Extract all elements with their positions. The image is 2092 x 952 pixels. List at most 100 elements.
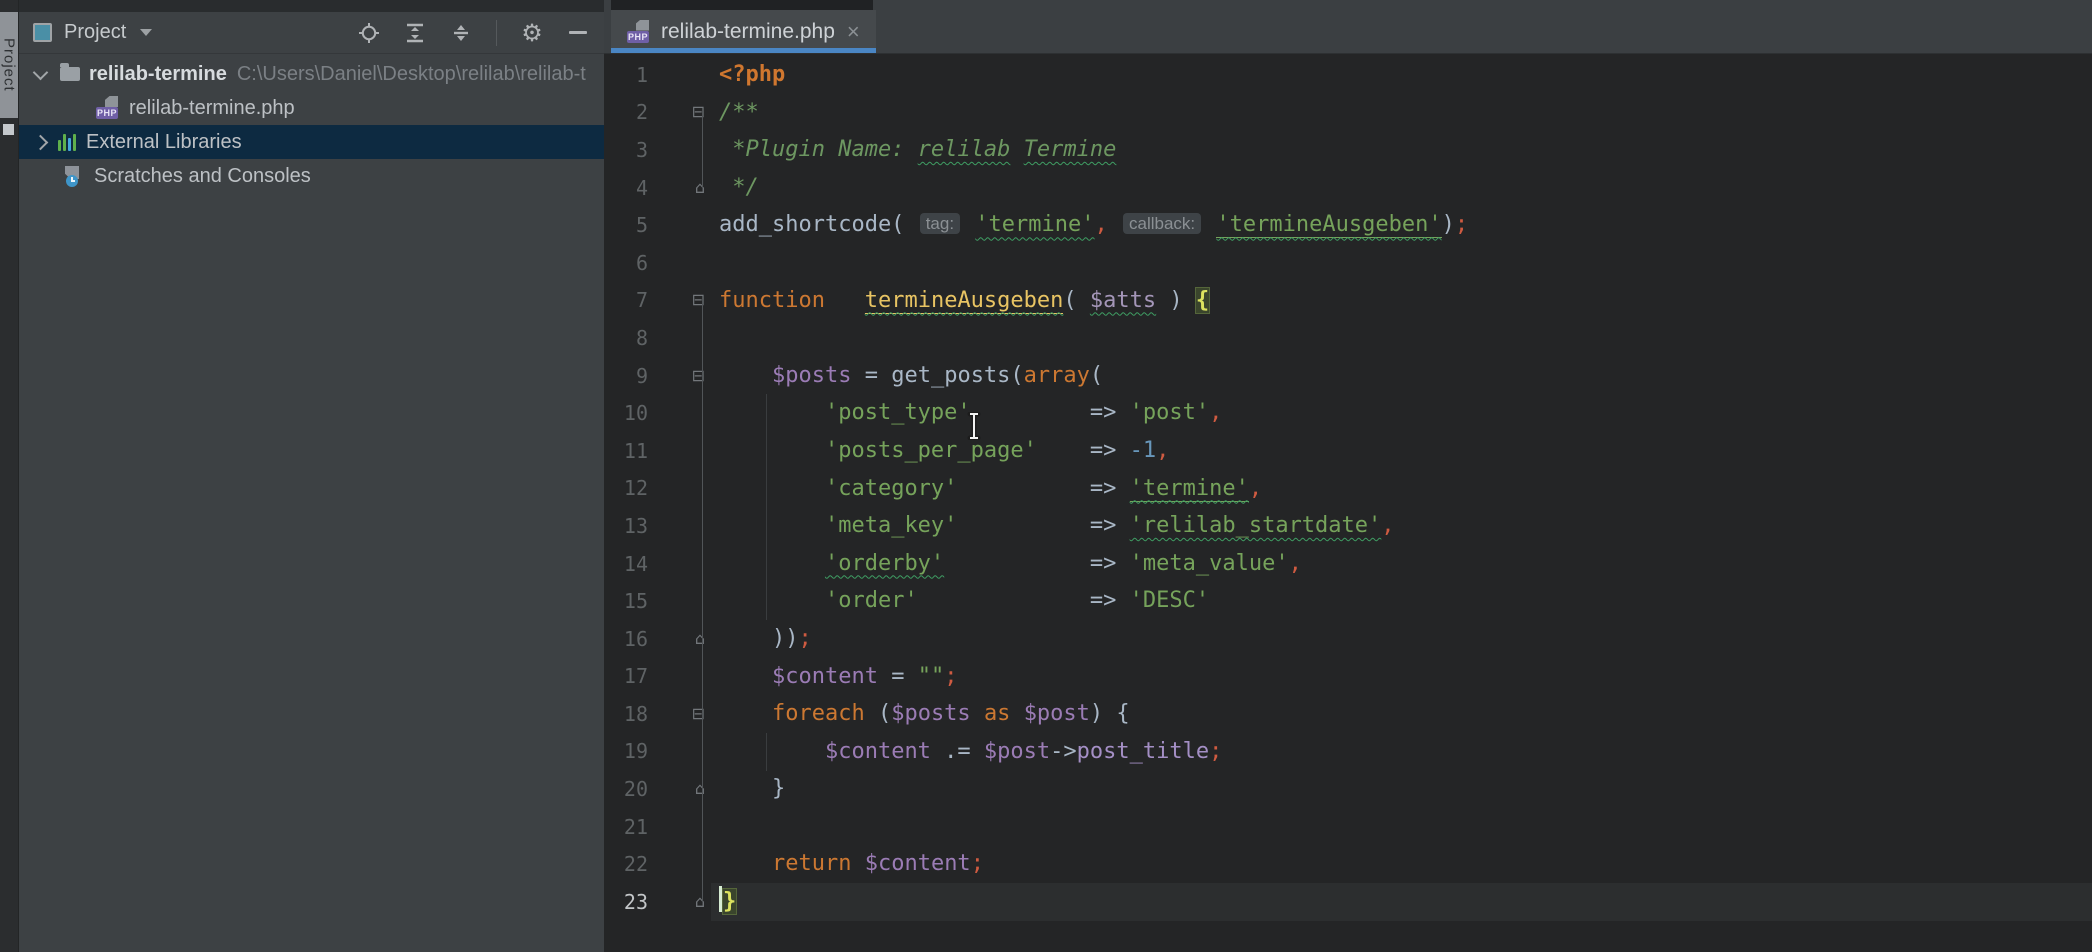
code-token: /** xyxy=(719,100,759,125)
line-number: 17 xyxy=(604,664,648,688)
code-token: $post xyxy=(984,739,1050,764)
code-line[interactable]: 13 'meta_key' => 'relilab_startdate', xyxy=(604,507,2092,545)
code-line[interactable]: 3 *Plugin Name: relilab Termine xyxy=(604,131,2092,169)
code-line[interactable]: 8 xyxy=(604,319,2092,357)
tree-row-php-file[interactable]: PHP relilab-termine.php xyxy=(19,91,605,125)
code-text[interactable]: 'post_type' => 'post', xyxy=(711,394,2092,432)
code-line[interactable]: 20⌂ } xyxy=(604,770,2092,808)
code-line[interactable]: 23⌂} xyxy=(604,883,2092,921)
code-token: 'order' xyxy=(825,588,918,613)
gear-icon[interactable]: ⚙ xyxy=(521,22,543,44)
code-token: 'posts_per_page' xyxy=(825,438,1037,463)
code-text[interactable]: return $content; xyxy=(711,845,2092,883)
code-line[interactable]: 22 return $content; xyxy=(604,845,2092,883)
code-text[interactable]: <?php xyxy=(711,56,2092,94)
code-text[interactable]: } xyxy=(711,883,2092,921)
code-line[interactable]: 1<?php xyxy=(604,56,2092,94)
code-token: -> xyxy=(1050,739,1077,764)
code-token xyxy=(719,400,825,425)
code-text[interactable]: add_shortcode( tag: 'termine', callback:… xyxy=(711,206,2092,244)
code-text[interactable]: 'order' => 'DESC' xyxy=(711,582,2092,620)
code-line[interactable]: 5add_shortcode( tag: 'termine', callback… xyxy=(604,206,2092,244)
editor-tab-bar: PHP relilab-termine.php × xyxy=(604,0,2092,54)
line-number: 12 xyxy=(604,476,648,500)
code-token: , xyxy=(1249,476,1262,501)
collapse-all-button[interactable] xyxy=(450,22,472,44)
code-token: => xyxy=(1090,551,1130,576)
code-line[interactable]: 9⊟ $posts = get_posts(array( xyxy=(604,357,2092,395)
close-icon[interactable]: × xyxy=(847,21,860,43)
code-line[interactable]: 18⊟ foreach ($posts as $post) { xyxy=(604,695,2092,733)
code-line[interactable]: 11 'posts_per_page' => -1, xyxy=(604,432,2092,470)
code-text[interactable]: */ xyxy=(711,169,2092,207)
code-text[interactable]: 'category' => 'termine', xyxy=(711,470,2092,508)
code-text[interactable]: function termineAusgeben( $atts ) { xyxy=(711,282,2092,320)
expand-all-button[interactable] xyxy=(404,22,426,44)
editor-area: PHP relilab-termine.php × 1<?php2⊟/**3 *… xyxy=(604,0,2092,952)
chevron-down-icon[interactable] xyxy=(33,64,49,80)
tab-top-notch xyxy=(611,0,873,10)
code-token: , xyxy=(1095,212,1108,237)
code-token xyxy=(719,739,825,764)
code-text[interactable]: $posts = get_posts(array( xyxy=(711,357,2092,395)
tree-row-project-root[interactable]: relilab-termine C:\Users\Daniel\Desktop\… xyxy=(19,57,605,91)
code-line[interactable]: 16⌂ )); xyxy=(604,620,2092,658)
code-token: => xyxy=(1090,513,1130,538)
code-text[interactable]: $content = ""; xyxy=(711,658,2092,696)
code-text[interactable]: 'posts_per_page' => -1, xyxy=(711,432,2092,470)
code-text[interactable]: foreach ($posts as $post) { xyxy=(711,695,2092,733)
line-number: 23 xyxy=(604,890,648,914)
code-line[interactable]: 7⊟function termineAusgeben( $atts ) { xyxy=(604,282,2092,320)
php-file-icon: PHP xyxy=(96,96,120,120)
code-token: ) xyxy=(1442,212,1455,237)
code-line[interactable]: 2⊟/** xyxy=(604,94,2092,132)
code-text[interactable]: } xyxy=(711,770,2092,808)
code-editor[interactable]: 1<?php2⊟/**3 *Plugin Name: relilab Termi… xyxy=(604,53,2092,952)
code-text[interactable] xyxy=(711,808,2092,846)
line-number: 18 xyxy=(604,702,648,726)
code-token xyxy=(1108,212,1121,237)
toolbar-divider xyxy=(496,20,497,46)
hide-panel-button[interactable] xyxy=(567,22,589,44)
code-line[interactable]: 19 $content .= $post->post_title; xyxy=(604,733,2092,771)
code-line[interactable]: 6 xyxy=(604,244,2092,282)
code-token: -1 xyxy=(1130,438,1157,463)
code-token: $content xyxy=(865,851,971,876)
chevron-down-icon[interactable] xyxy=(140,29,152,36)
locate-file-button[interactable] xyxy=(358,22,380,44)
chevron-right-icon[interactable] xyxy=(33,134,49,150)
code-token: <?php xyxy=(719,62,785,87)
code-line[interactable]: 4⌂ */ xyxy=(604,169,2092,207)
code-line[interactable]: 15 'order' => 'DESC' xyxy=(604,582,2092,620)
code-token xyxy=(971,400,1090,425)
code-token: $posts xyxy=(891,701,970,726)
code-text[interactable] xyxy=(711,319,2092,357)
line-number: 22 xyxy=(604,852,648,876)
code-text[interactable]: )); xyxy=(711,620,2092,658)
code-token: ) { xyxy=(1090,701,1130,726)
code-token: *Plugin Name: xyxy=(719,137,918,162)
code-text[interactable] xyxy=(711,244,2092,282)
scratches-icon xyxy=(63,165,85,187)
code-token: array xyxy=(1024,363,1090,388)
code-text[interactable]: *Plugin Name: relilab Termine xyxy=(711,131,2092,169)
code-line[interactable]: 21 xyxy=(604,808,2092,846)
code-token xyxy=(719,664,772,689)
stripe-square-icon xyxy=(3,124,14,135)
code-text[interactable]: /** xyxy=(711,94,2092,132)
libraries-icon xyxy=(58,133,76,151)
tree-row-scratches[interactable]: Scratches and Consoles xyxy=(19,159,605,193)
code-line[interactable]: 14 'orderby' => 'meta_value', xyxy=(604,545,2092,583)
code-text[interactable]: 'meta_key' => 'relilab_startdate', xyxy=(711,507,2092,545)
code-token: => xyxy=(1090,588,1130,613)
code-line[interactable]: 10 'post_type' => 'post', xyxy=(604,394,2092,432)
editor-tab-active[interactable]: PHP relilab-termine.php × xyxy=(611,10,876,53)
tree-row-external-libraries[interactable]: External Libraries xyxy=(19,125,605,159)
tree-label: Scratches and Consoles xyxy=(94,165,311,188)
code-line[interactable]: 12 'category' => 'termine', xyxy=(604,470,2092,508)
code-text[interactable]: 'orderby' => 'meta_value', xyxy=(711,545,2092,583)
code-text[interactable]: $content .= $post->post_title; xyxy=(711,733,2092,771)
code-line[interactable]: 17 $content = ""; xyxy=(604,658,2092,696)
code-token: ( xyxy=(1063,288,1090,313)
project-stripe-button[interactable]: Project xyxy=(0,12,18,118)
